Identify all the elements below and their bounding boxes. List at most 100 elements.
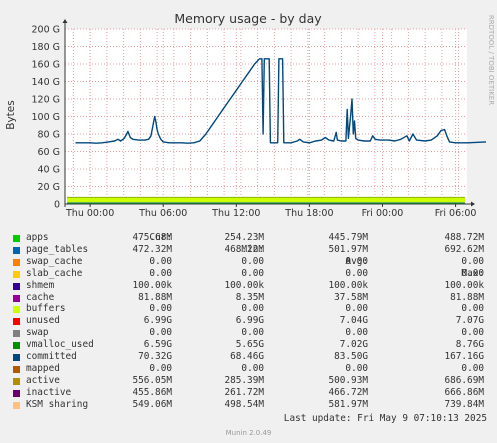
legend-min-value: 5.65G [235, 339, 264, 351]
legend-min-value: 285.39M [224, 374, 264, 386]
legend-item: shmem 100.00k 100.00k 100.00k 100.00k [0, 280, 497, 292]
legend-max-value: 692.62M [444, 243, 484, 255]
y-axis-label: Bytes [5, 100, 17, 129]
legend-item: mapped 0.00 0.00 0.00 0.00 [0, 363, 497, 375]
legend-cur-value: 0.00 [149, 362, 172, 374]
legend-cur-value: 0.00 [149, 303, 172, 315]
legend-swatch [13, 282, 20, 290]
legend-max-value: 0.00 [461, 362, 484, 374]
legend-item: inactive 455.86M 261.72M 466.72M 666.86M [0, 387, 497, 399]
legend-avg-value: 100.00k [328, 279, 368, 291]
legend-label: unused [26, 315, 60, 327]
legend-label: shmem [26, 279, 55, 291]
legend-avg-value: 466.72M [328, 386, 368, 398]
y-tick-label: 160 G [31, 60, 60, 71]
legend-swatch [13, 365, 20, 373]
legend-max-value: 100.00k [444, 279, 484, 291]
legend-item: active 556.05M 285.39M 500.93M 686.69M [0, 375, 497, 387]
legend-min-value: 8.35M [235, 291, 264, 303]
legend-label: swap_cache [26, 255, 83, 267]
legend-label: cache [26, 291, 55, 303]
legend-item: committed 70.32G 68.46G 83.50G 167.16G [0, 351, 497, 363]
legend-max-value: 0.00 [461, 255, 484, 267]
legend-max-value: 7.07G [455, 315, 484, 327]
legend-min-value: 0.00 [241, 303, 264, 315]
legend-min-value: 6.99G [235, 315, 264, 327]
x-tick-label: Fri 06:00 [435, 208, 477, 219]
x-tick-label: Thu 06:00 [138, 208, 187, 219]
y-tick-label: 140 G [31, 77, 60, 88]
rrdtool-credit: RRDTOOL / TOBI OETIKER [487, 15, 495, 105]
legend-swatch [13, 246, 20, 254]
legend-min-value: 0.00 [241, 327, 264, 339]
legend-max-value: 8.76G [455, 339, 484, 351]
legend-item: KSM sharing 549.06M 498.54M 581.97M 739.84M [0, 399, 497, 411]
legend-item: apps 475.68M 254.23M 445.79M 488.72M [0, 232, 497, 244]
legend-item: unused 6.99G 6.99G 7.04G 7.07G [0, 315, 497, 327]
legend-label: mapped [26, 362, 60, 374]
x-tick-label: Thu 18:00 [284, 208, 333, 219]
legend-cur-value: 100.00k [132, 279, 172, 291]
legend-avg-value: 501.97M [328, 243, 368, 255]
y-tick-labels: 0 20 G 40 G 60 G 80 G 100 G 120 G 140 G 160 G 180… [31, 25, 60, 211]
legend-avg-value: 0.00 [345, 255, 368, 267]
x-tick-label: Fri 00:00 [362, 208, 404, 219]
legend-header-row: Cur: Min: Avg: Max: [0, 220, 497, 279]
legend-swatch [13, 306, 20, 314]
legend-cur-value: 70.32G [138, 351, 172, 362]
x-tick-label: Thu 00:00 [65, 208, 114, 219]
legend-swatch [13, 389, 20, 397]
legend-label: inactive [26, 386, 72, 398]
y-tick-label: 80 G [38, 130, 60, 141]
chart-title: Memory usage - by day [174, 11, 322, 26]
legend-swatch [13, 377, 20, 385]
y-tick-label: 200 G [31, 25, 60, 36]
legend-label: KSM sharing [26, 398, 89, 410]
legend-label: apps [26, 232, 49, 243]
legend-item: buffers 0.00 0.00 0.00 0.00 [0, 303, 497, 315]
legend-avg-value: 0.00 [345, 267, 368, 279]
legend-swatch [13, 294, 20, 302]
legend-min-value: 0.00 [241, 255, 264, 267]
legend-min-value: 0.00 [241, 267, 264, 279]
legend-cur-value: 455.86M [132, 386, 172, 398]
y-tick-label: 120 G [31, 95, 60, 106]
legend-min-value: 261.72M [224, 386, 264, 398]
legend-max-value: 0.00 [461, 303, 484, 315]
legend-max-value: 81.88M [450, 291, 484, 303]
y-tick-label: 180 G [31, 42, 60, 53]
legend-avg-value: 7.02G [339, 339, 368, 351]
y-tick-label: 100 G [31, 112, 60, 123]
legend-swatch [13, 330, 20, 338]
legend-avg-value: 0.00 [345, 362, 368, 374]
legend-min-value: 468.22M [224, 243, 264, 255]
legend-max-value: 167.16G [444, 351, 484, 362]
legend-label: page_tables [26, 243, 89, 255]
x-tick-label: Thu 12:00 [211, 208, 260, 219]
munin-version: Munin 2.0.49 [225, 429, 272, 437]
legend-cur-value: 6.59G [143, 339, 172, 351]
legend-label: vmalloc_used [26, 339, 94, 351]
legend-avg-value: 7.04G [339, 315, 368, 327]
legend-label: slab_cache [26, 267, 83, 279]
legend-swatch [13, 270, 20, 278]
legend-item: vmalloc_used 6.59G 5.65G 7.02G 8.76G [0, 339, 497, 351]
legend-avg-value: 83.50G [334, 351, 368, 362]
legend-avg-value: 0.00 [345, 327, 368, 339]
legend-item: swap 0.00 0.00 0.00 0.00 [0, 327, 497, 339]
legend-avg-value: 581.97M [328, 398, 368, 410]
legend-cur-value: 6.99G [143, 315, 172, 327]
legend-cur-value: 475.68M [132, 232, 172, 243]
y-tick-label: 0 [54, 200, 60, 211]
legend-min-value: 68.46G [230, 351, 264, 362]
legend-min-value: 498.54M [224, 398, 264, 410]
y-tick-label: 20 G [38, 182, 60, 193]
legend-max-value: 686.69M [444, 374, 484, 386]
legend-cur-value: 0.00 [149, 255, 172, 267]
legend-cur-value: 0.00 [149, 267, 172, 279]
legend-label: committed [26, 351, 77, 362]
legend-max-value: 488.72M [444, 232, 484, 243]
legend-avg-value: 0.00 [345, 303, 368, 315]
stacked-areas [67, 196, 465, 205]
y-tick-label: 60 G [38, 147, 60, 158]
